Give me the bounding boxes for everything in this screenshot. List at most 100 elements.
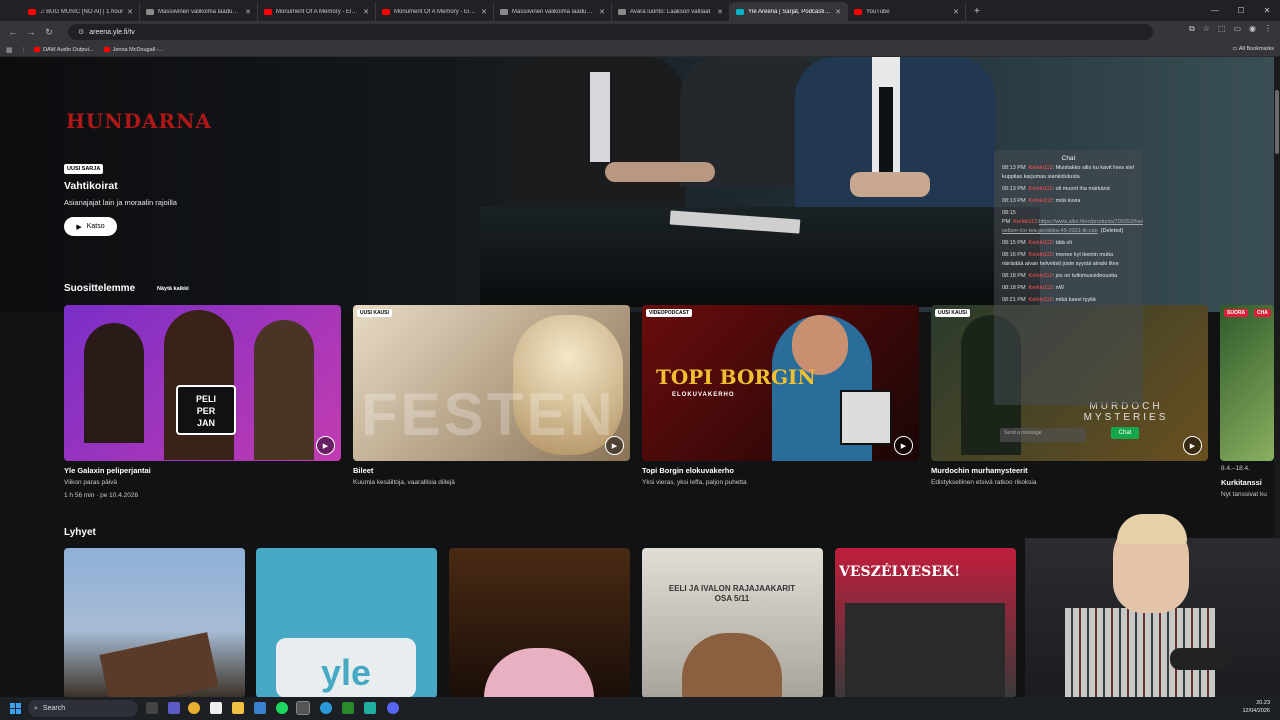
card-topi-borg[interactable]: VIDEOPODCAST TOPI BORGIN ELOKUVAKERHO ▶ bbox=[642, 305, 919, 461]
app-icon[interactable] bbox=[364, 702, 376, 714]
spotify-icon[interactable] bbox=[276, 702, 288, 714]
bookmark-star-icon[interactable]: ☆ bbox=[1203, 24, 1210, 34]
play-icon[interactable]: ▶ bbox=[316, 436, 335, 455]
mail-icon[interactable] bbox=[254, 702, 266, 714]
bookmark-daw[interactable]: DAW Audio Output... bbox=[34, 47, 94, 53]
taskbar-clock[interactable]: 20.23 12/04/2026 bbox=[1242, 699, 1270, 715]
apps-icon[interactable]: ▦ bbox=[6, 46, 13, 54]
watch-button[interactable]: ▶ Katso bbox=[64, 217, 117, 236]
browser-tab[interactable]: Massiivinen valikoima laadukkaita ✕ bbox=[494, 2, 612, 21]
chat-username[interactable]: Kerkki112 bbox=[1029, 165, 1053, 171]
address-bar[interactable]: ⚙ areena.yle.fi/tv bbox=[68, 24, 1153, 40]
page-icon bbox=[618, 8, 626, 15]
chat-username[interactable]: Kerkki112 bbox=[1029, 285, 1053, 291]
short-tile[interactable]: VESZÉLYESEK! bbox=[835, 548, 1016, 697]
steam-icon[interactable] bbox=[320, 702, 332, 714]
card-peliperjantai[interactable]: PELI PER JAN ▶ bbox=[64, 305, 341, 461]
chrome-icon[interactable] bbox=[188, 702, 200, 714]
forward-icon[interactable]: → bbox=[22, 27, 40, 37]
extensions-icon[interactable]: ⬚ bbox=[1218, 24, 1226, 34]
reload-icon[interactable]: ↻ bbox=[40, 27, 58, 38]
close-tab-icon[interactable]: ✕ bbox=[717, 8, 723, 16]
scrollbar-thumb[interactable] bbox=[1275, 90, 1279, 154]
see-all-link[interactable]: Näytä kaikki bbox=[157, 286, 189, 292]
browser-tab[interactable]: Avara luonto: Laakson valtiaat ✕ bbox=[612, 2, 730, 21]
close-tab-icon[interactable]: ✕ bbox=[363, 8, 369, 16]
short-image-debris bbox=[99, 632, 219, 697]
webcam-overlay bbox=[1025, 508, 1280, 700]
chat-timestamp: 08:13 PM bbox=[1002, 165, 1026, 171]
maximize-icon[interactable]: ☐ bbox=[1228, 0, 1254, 21]
card-title[interactable]: Topi Borgin elokuvakerho bbox=[642, 466, 734, 475]
short-tile[interactable]: EELI JA IVALON RAJAJAAKARIT OSA 5/11 bbox=[642, 548, 823, 697]
card-overlay-subtitle: ELOKUVAKERHO bbox=[672, 392, 735, 398]
close-window-icon[interactable]: ✕ bbox=[1254, 0, 1280, 21]
profile-icon[interactable]: ◉ bbox=[1249, 24, 1256, 34]
sidebar-icon[interactable]: ▭ bbox=[1233, 24, 1241, 34]
play-icon[interactable]: ▶ bbox=[1183, 436, 1202, 455]
yle-icon bbox=[736, 8, 744, 15]
browser-tab[interactable]: Massiivinen valikoima laadukkaita ✕ bbox=[140, 2, 258, 21]
short-tile[interactable] bbox=[64, 548, 245, 697]
close-tab-icon[interactable]: ✕ bbox=[835, 8, 841, 16]
hero-description: Asianajajat lain ja moraalin rajoilla bbox=[64, 198, 177, 207]
app-icon-active[interactable] bbox=[296, 701, 310, 715]
taskbar-search[interactable]: ⌕ Search bbox=[28, 700, 138, 717]
translate-icon[interactable]: ⧉ bbox=[1189, 24, 1195, 34]
back-icon[interactable]: ← bbox=[4, 27, 22, 37]
browser-tab[interactable]: YouTube ✕ bbox=[848, 2, 966, 21]
chat-username[interactable]: Kerkki112 bbox=[1029, 198, 1053, 204]
card-subtitle: Edistyksellinen etsivä ratkoo rikoksia bbox=[931, 479, 1037, 486]
discord-icon[interactable] bbox=[387, 702, 399, 714]
chat-username[interactable]: Kerkki112 bbox=[1029, 297, 1053, 303]
short-tile[interactable]: yle bbox=[256, 548, 437, 697]
browser-tab[interactable]: Yle Areena | Sarjat, Podcastit, Suorat ✕ bbox=[730, 2, 848, 21]
site-info-icon[interactable]: ⚙ bbox=[78, 28, 84, 36]
menu-icon[interactable]: ⋮ bbox=[1264, 24, 1272, 34]
chat-username[interactable]: Kerkki112 bbox=[1029, 252, 1053, 258]
bookmarks-bar: ▦ | DAW Audio Output... Jenna McDougall … bbox=[0, 43, 1280, 57]
card-title[interactable]: Yle Galaxin peliperjantai bbox=[64, 466, 151, 475]
chat-username[interactable]: Kerkki112 bbox=[1029, 186, 1053, 192]
browser-tab[interactable]: Monument Of A Memory - Elokuva ✕ bbox=[376, 2, 494, 21]
short-group-photo bbox=[845, 603, 1005, 697]
minimize-icon[interactable]: — bbox=[1202, 0, 1228, 21]
bookmark-jenna[interactable]: Jenna McDougall -... bbox=[103, 47, 163, 53]
chat-timestamp: 08:18 PM bbox=[1002, 285, 1026, 291]
play-icon[interactable]: ▶ bbox=[894, 436, 913, 455]
close-tab-icon[interactable]: ✕ bbox=[481, 8, 487, 16]
short-tile[interactable] bbox=[449, 548, 630, 697]
chat-text: : mitä kuvia bbox=[1052, 198, 1081, 204]
chat-input[interactable]: Send a message bbox=[1000, 428, 1086, 442]
card-title[interactable]: Kurkitanssi bbox=[1221, 478, 1262, 487]
close-tab-icon[interactable]: ✕ bbox=[245, 8, 251, 16]
toolbar-right-icons: ⧉ ☆ ⬚ ▭ ◉ ⋮ bbox=[1189, 24, 1272, 34]
play-icon: ▶ bbox=[76, 223, 82, 231]
all-bookmarks[interactable]: ▭ All Bookmarks bbox=[1232, 46, 1274, 52]
file-explorer-icon[interactable] bbox=[232, 702, 244, 714]
new-tab-button[interactable]: + bbox=[974, 2, 980, 21]
card-title[interactable]: Bileet bbox=[353, 466, 373, 475]
chat-username[interactable]: Kerkki112 bbox=[1013, 219, 1037, 225]
store-icon[interactable] bbox=[210, 702, 222, 714]
clapperboard bbox=[840, 390, 892, 445]
chat-username[interactable]: Kerkki112 bbox=[1029, 240, 1053, 246]
task-view-icon[interactable] bbox=[146, 702, 158, 714]
card-title[interactable]: Murdochin murhamysteerit bbox=[931, 466, 1028, 475]
card-kurkitanssi[interactable]: SUORA CHA bbox=[1220, 305, 1274, 461]
play-icon[interactable]: ▶ bbox=[605, 436, 624, 455]
close-tab-icon[interactable]: ✕ bbox=[953, 8, 959, 16]
terminal-icon[interactable] bbox=[342, 702, 354, 714]
webcam-person-hair bbox=[1117, 514, 1187, 544]
browser-tab[interactable]: Monument Of A Memory - Elokuva ✕ bbox=[258, 2, 376, 21]
close-tab-icon[interactable]: ✕ bbox=[127, 8, 133, 16]
chat-send-button[interactable]: Chat bbox=[1111, 427, 1139, 439]
teams-icon[interactable] bbox=[168, 702, 180, 714]
page-icon bbox=[146, 8, 154, 15]
short-caption: VESZÉLYESEK! bbox=[839, 564, 961, 580]
close-tab-icon[interactable]: ✕ bbox=[599, 8, 605, 16]
card-bileet[interactable]: UUSI KAUSI FESTEN ▶ bbox=[353, 305, 630, 461]
windows-start-icon[interactable] bbox=[10, 703, 21, 714]
chat-username[interactable]: Kerkki112 bbox=[1029, 273, 1053, 279]
browser-tab[interactable]: ♫ BUG MUSIC [NO AI] | 1 hour ✕ bbox=[22, 2, 140, 21]
